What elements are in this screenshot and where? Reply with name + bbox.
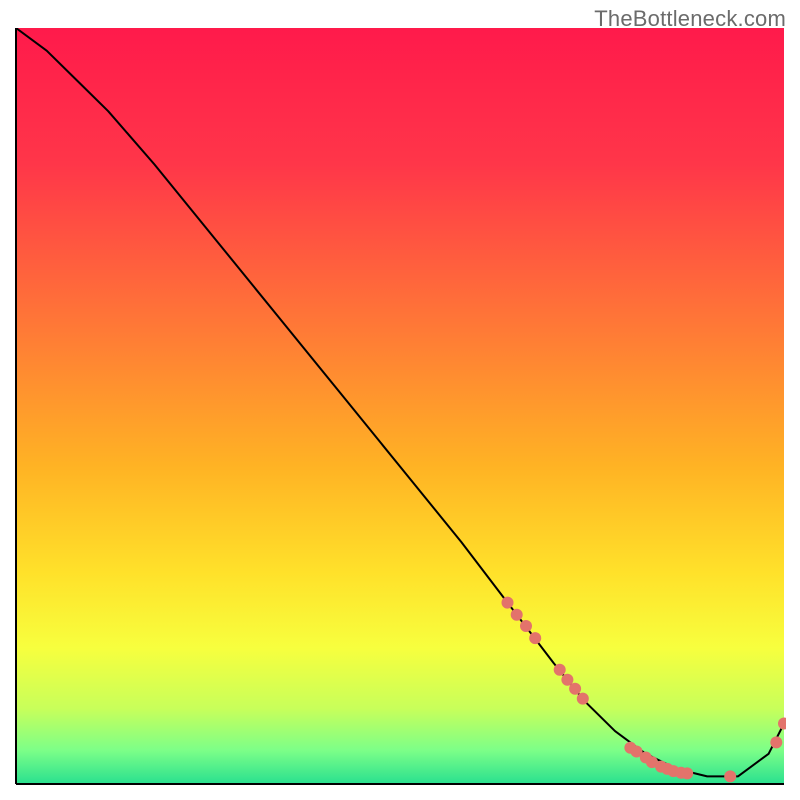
watermark-text: TheBottleneck.com <box>594 6 786 32</box>
data-point <box>770 736 782 748</box>
data-point <box>502 597 514 609</box>
data-point <box>554 664 566 676</box>
data-point <box>681 767 693 779</box>
data-point <box>520 620 532 632</box>
data-point <box>577 693 589 705</box>
data-point <box>529 632 541 644</box>
data-point <box>569 683 581 695</box>
data-point <box>511 609 523 621</box>
bottleneck-chart <box>14 28 786 786</box>
gradient-field <box>16 28 784 784</box>
data-point <box>724 770 736 782</box>
